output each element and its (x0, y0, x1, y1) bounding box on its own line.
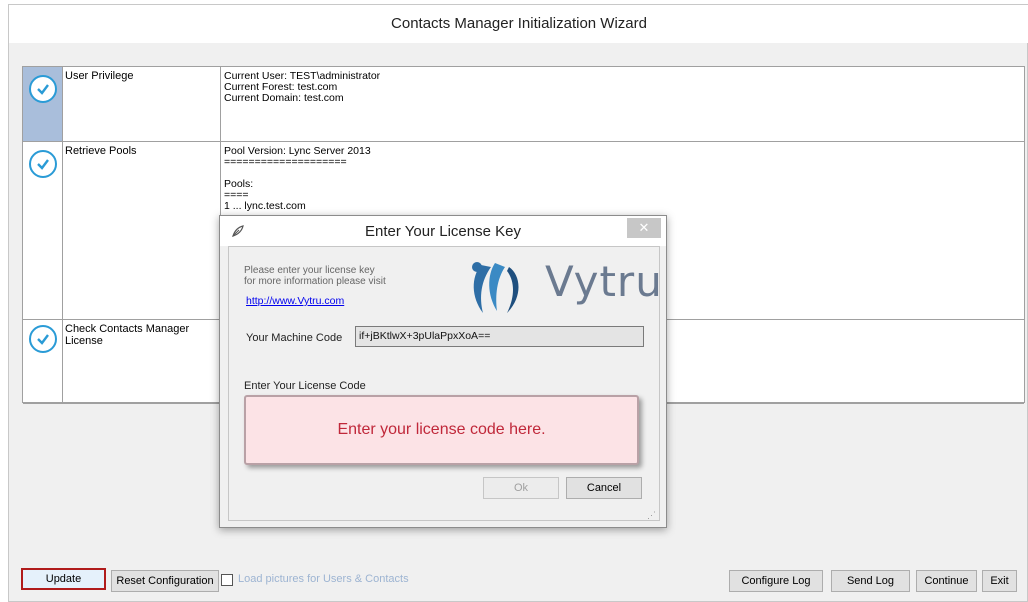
exit-button[interactable]: Exit (982, 570, 1017, 592)
dialog-title: Enter Your License Key (365, 223, 521, 240)
machine-code-field[interactable]: if+jBKtlwX+3pUlaPpxXoA== (355, 326, 644, 347)
step-name: User Privilege (63, 67, 221, 141)
load-pictures-checkbox[interactable] (221, 574, 233, 586)
step-name: Retrieve Pools (63, 142, 221, 319)
license-code-input[interactable]: Enter your license code here. (244, 395, 639, 465)
configure-log-button[interactable]: Configure Log (729, 570, 823, 592)
vytru-link[interactable]: http://www.Vytru.com (246, 295, 344, 307)
dialog-body: Please enter your license key for more i… (228, 246, 663, 521)
load-pictures-label: Load pictures for Users & Contacts (238, 573, 409, 585)
info-text: Please enter your license key for more i… (244, 265, 386, 287)
dialog-titlebar[interactable]: Enter Your License Key ✕ (220, 216, 666, 246)
step-row-user-privilege[interactable]: User Privilege Current User: TEST\admini… (23, 67, 1024, 142)
info-line-2: for more information please visit (244, 276, 386, 287)
window-title: Contacts Manager Initialization Wizard (9, 5, 1028, 43)
cancel-button[interactable]: Cancel (566, 477, 642, 499)
step-name: Check Contacts Manager License (63, 320, 221, 403)
machine-code-label: Your Machine Code (246, 332, 343, 344)
check-icon (29, 325, 57, 353)
check-icon (29, 150, 57, 178)
ok-button[interactable]: Ok (483, 477, 559, 499)
update-button[interactable]: Update (21, 568, 106, 590)
reset-configuration-button[interactable]: Reset Configuration (111, 570, 219, 592)
close-icon[interactable]: ✕ (627, 218, 661, 238)
send-log-button[interactable]: Send Log (831, 570, 910, 592)
check-icon (29, 75, 57, 103)
info-line-1: Please enter your license key (244, 265, 375, 276)
step-detail: Current User: TEST\administrator Current… (224, 70, 381, 104)
vytru-logo-icon (461, 257, 541, 320)
continue-button[interactable]: Continue (916, 570, 977, 592)
vytru-logo-text: Vytru (545, 257, 663, 306)
resize-grip-icon[interactable]: ⋰ (647, 510, 656, 521)
license-code-label: Enter Your License Code (244, 380, 366, 392)
license-dialog: Enter Your License Key ✕ Please enter yo… (219, 215, 667, 528)
